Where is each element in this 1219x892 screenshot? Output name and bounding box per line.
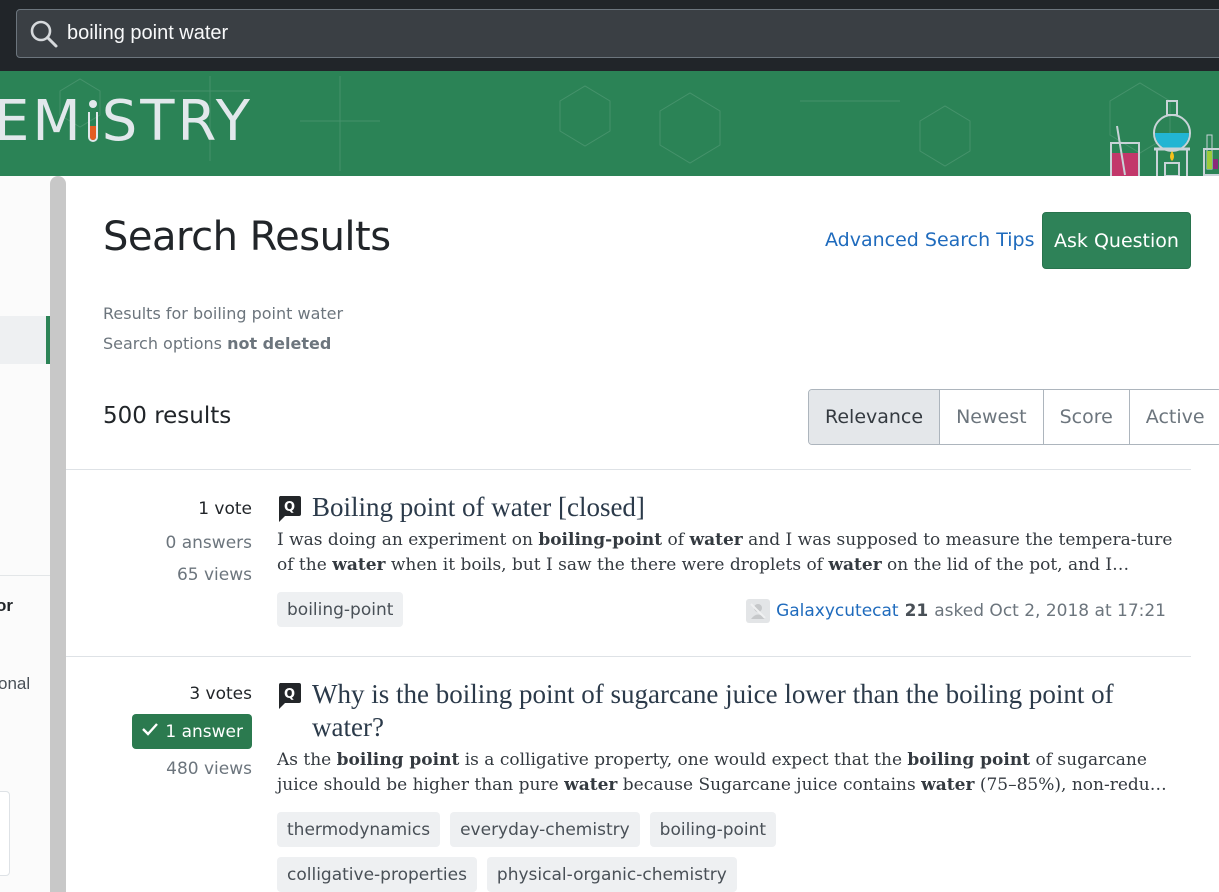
- search-icon: [29, 19, 59, 49]
- advanced-search-tips-link[interactable]: Advanced Search Tips: [825, 229, 1034, 251]
- divider: [66, 656, 1191, 657]
- answer-count: 0 answers: [165, 533, 252, 553]
- beaker-icon: [1110, 125, 1140, 176]
- site-banner: EM STRY: [0, 71, 1219, 176]
- question-icon: Q: [277, 682, 302, 710]
- lab-equipment-illustration: [1110, 100, 1219, 176]
- result-stats: 1 vote 0 answers 65 views: [66, 499, 252, 585]
- svg-text:Q: Q: [284, 687, 295, 702]
- sort-tabs: Relevance Newest Score Active: [808, 389, 1219, 445]
- accepted-answer-badge: 1 answer: [132, 714, 252, 749]
- ask-question-button[interactable]: Ask Question: [1042, 212, 1191, 269]
- sidebar-active-item[interactable]: [0, 316, 50, 364]
- question-icon: Q: [277, 495, 302, 523]
- view-count: 480 views: [166, 759, 252, 779]
- search-options-value: not deleted: [227, 334, 332, 353]
- search-box[interactable]: [16, 9, 1219, 58]
- test-tube-icon: [86, 100, 100, 142]
- sort-relevance-tab[interactable]: Relevance: [809, 390, 940, 444]
- sidebar-divider: [0, 575, 50, 576]
- tag-list: thermodynamics everyday-chemistry boilin…: [277, 812, 977, 892]
- tag[interactable]: thermodynamics: [277, 812, 441, 847]
- vote-count: 1 vote: [198, 499, 252, 519]
- sort-newest-tab[interactable]: Newest: [939, 390, 1043, 444]
- results-count: 500 results: [103, 403, 232, 429]
- tag[interactable]: everyday-chemistry: [450, 812, 640, 847]
- page-title: Search Results: [103, 214, 391, 260]
- top-bar: [0, 0, 1219, 71]
- sidebar-scrollbar[interactable]: [50, 176, 66, 892]
- answer-count: 1 answer: [165, 721, 243, 742]
- question-title-link[interactable]: Boiling point of water [closed]: [312, 491, 645, 524]
- sidebar-heading-partial: or: [0, 596, 13, 615]
- vote-count: 3 votes: [189, 684, 252, 704]
- question-excerpt: As the boiling point is a colligative pr…: [277, 750, 1167, 795]
- checkmark-icon: [141, 721, 159, 742]
- user-reputation: 21: [904, 601, 929, 621]
- search-input[interactable]: [67, 22, 967, 45]
- tag[interactable]: boiling-point: [277, 592, 404, 627]
- question-title-link[interactable]: Why is the boiling point of sugarcane ju…: [312, 678, 1127, 744]
- site-logo[interactable]: EM STRY: [0, 89, 253, 154]
- sort-score-tab[interactable]: Score: [1042, 390, 1129, 444]
- sidebar-widget-box: [0, 791, 10, 876]
- user-name-link[interactable]: Galaxycutecat: [776, 601, 899, 621]
- test-tube-rack-icon: [1203, 134, 1219, 176]
- user-avatar[interactable]: [746, 599, 771, 623]
- question-excerpt: I was doing an experiment on boiling-poi…: [277, 530, 1173, 575]
- divider: [66, 469, 1191, 470]
- left-sidebar: or onal: [0, 176, 50, 892]
- svg-text:Q: Q: [284, 500, 295, 515]
- results-for-label: Results for boiling point water: [103, 304, 344, 323]
- tag[interactable]: boiling-point: [649, 812, 777, 847]
- result-stats: 3 votes 1 answer 480 views: [66, 684, 252, 779]
- question-byline: Galaxycutecat 21 asked Oct 2, 2018 at 17…: [746, 599, 1166, 623]
- view-count: 65 views: [176, 565, 252, 585]
- logo-suffix: STRY: [101, 89, 253, 154]
- search-options-label: Search options: [103, 334, 222, 353]
- sidebar-text-partial: onal: [0, 674, 31, 693]
- search-options: Search options not deleted: [103, 334, 331, 353]
- result-body: Q Why is the boiling point of sugarcane …: [277, 678, 1167, 892]
- asked-timestamp: asked Oct 2, 2018 at 17:21: [934, 601, 1166, 621]
- tag[interactable]: colligative-properties: [277, 857, 477, 892]
- tag[interactable]: physical-organic-chemistry: [486, 857, 737, 892]
- logo-prefix: EM: [0, 89, 84, 154]
- main-content: Search Results Advanced Search Tips Ask …: [66, 176, 1219, 892]
- sort-active-tab[interactable]: Active: [1128, 390, 1219, 444]
- flask-icon: [1153, 100, 1191, 176]
